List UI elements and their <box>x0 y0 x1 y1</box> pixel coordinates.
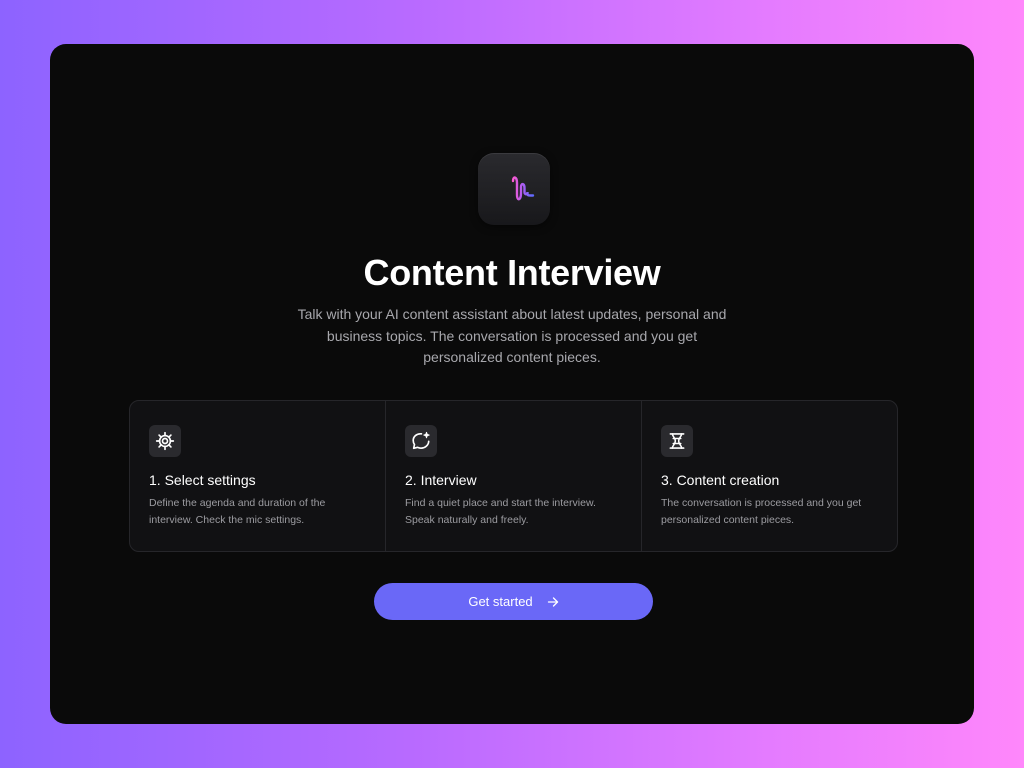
arrow-right-icon <box>547 596 559 608</box>
steps-card: 1. Select settings Define the agenda and… <box>129 400 898 552</box>
get-started-button[interactable]: Get started <box>374 583 653 620</box>
step-description: Define the agenda and duration of the in… <box>149 497 326 526</box>
chat-sparkle-icon <box>405 425 437 457</box>
step-title: 2. Interview <box>405 472 477 488</box>
gear-icon <box>149 425 181 457</box>
page-title: Content Interview <box>363 252 661 293</box>
step-description: The conversation is processed and you ge… <box>661 497 862 526</box>
page-description: Talk with your AI content assistant abou… <box>297 306 727 365</box>
step-interview: 2. Interview Find a quiet place and star… <box>385 401 641 551</box>
step-title: 1. Select settings <box>149 472 256 488</box>
waveform-icon <box>478 153 550 225</box>
step-content-creation: 3. Content creation The conversation is … <box>641 401 897 551</box>
content-transform-icon <box>661 425 693 457</box>
step-description: Find a quiet place and start the intervi… <box>405 497 596 526</box>
onboarding-panel: Content Interview Talk with your AI cont… <box>50 44 974 724</box>
step-title: 3. Content creation <box>661 472 780 488</box>
get-started-label: Get started <box>468 594 533 609</box>
step-select-settings: 1. Select settings Define the agenda and… <box>130 401 385 551</box>
